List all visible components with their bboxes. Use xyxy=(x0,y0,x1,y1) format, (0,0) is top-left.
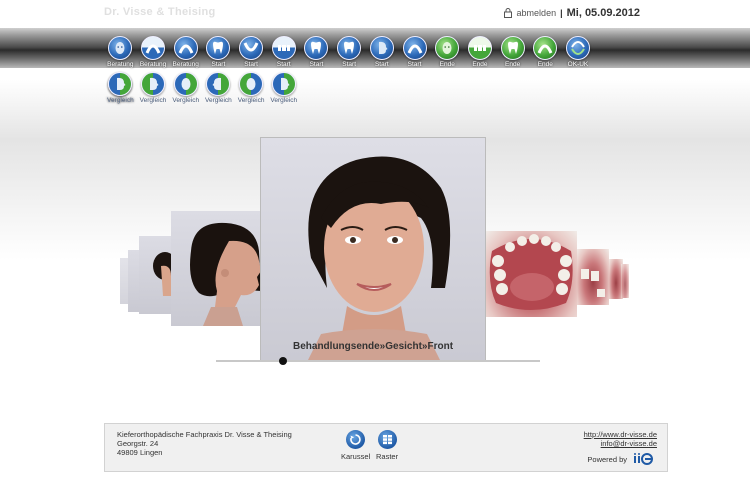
carousel: Behandlungsende»Gesicht»Front xyxy=(0,0,750,489)
practice-name: Kieferorthopädische Fachpraxis Dr. Visse… xyxy=(117,430,292,439)
powered-by: Powered by xyxy=(587,453,655,465)
slide-caption: Behandlungsende»Gesicht»Front xyxy=(293,341,454,352)
practice-street: Georgstr. 24 xyxy=(117,439,159,448)
website-link[interactable]: http://www.dr-visse.de xyxy=(584,430,657,439)
footer-links: http://www.dr-visse.de info@dr-visse.de xyxy=(584,430,657,448)
carousel-slide-main[interactable]: Behandlungsende»Gesicht»Front xyxy=(260,137,486,361)
vendor-logo-icon[interactable] xyxy=(633,453,655,465)
carousel-slide-left-2[interactable] xyxy=(139,236,171,314)
carousel-slide-left-1[interactable] xyxy=(171,211,261,326)
carousel-view-label: Karussel xyxy=(341,452,371,461)
carousel-slide-right-2[interactable] xyxy=(577,249,609,305)
carousel-icon xyxy=(346,430,366,449)
practice-address: Kieferorthopädische Fachpraxis Dr. Visse… xyxy=(117,430,292,457)
practice-city: 49809 Lingen xyxy=(117,448,163,457)
teeth-photo xyxy=(581,269,605,297)
grid-view-button[interactable]: Raster xyxy=(376,430,398,461)
carousel-scrollbar[interactable] xyxy=(216,360,540,362)
face-profile-photo xyxy=(153,252,171,296)
carousel-slide-right-1[interactable] xyxy=(486,231,577,317)
carousel-slide-right-4[interactable] xyxy=(621,264,629,298)
carousel-scroll-knob[interactable] xyxy=(279,357,287,365)
carousel-view-button[interactable]: Karussel xyxy=(341,430,370,461)
grid-icon xyxy=(377,430,397,449)
grid-view-label: Raster xyxy=(376,452,399,461)
lower-jaw-photo xyxy=(489,234,573,310)
footer: Kieferorthopädische Fachpraxis Dr. Visse… xyxy=(104,423,668,472)
face-profile-photo xyxy=(190,222,261,326)
powered-by-label: Powered by xyxy=(587,454,627,464)
face-front-photo xyxy=(308,156,451,360)
email-link[interactable]: info@dr-visse.de xyxy=(584,439,657,448)
